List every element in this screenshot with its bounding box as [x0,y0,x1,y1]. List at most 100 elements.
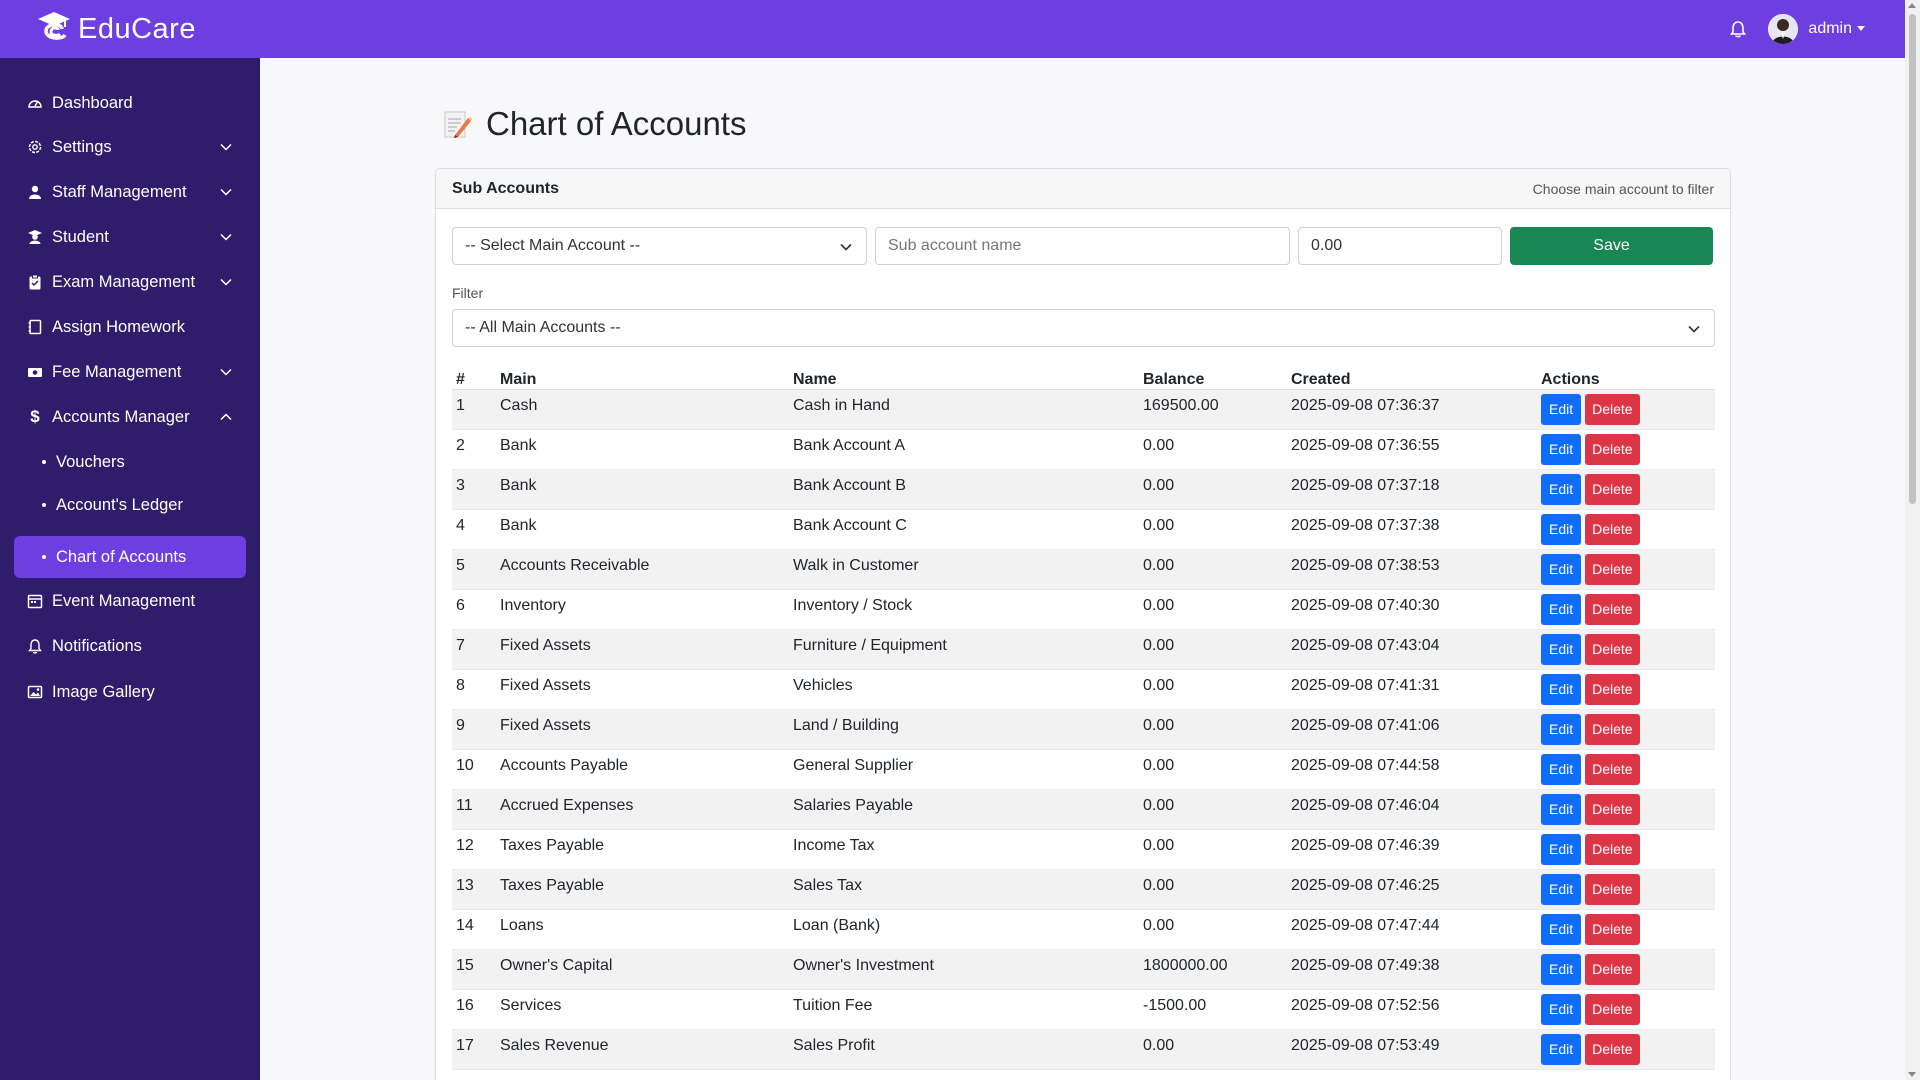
cell-name: Land / Building [789,709,1139,750]
cell-main: Owner's Capital [496,949,789,990]
brand-name: EduCare [78,12,196,45]
bell-icon[interactable] [1728,19,1748,39]
sidebar-subitem-accounts-ledger[interactable]: Account's Ledger [14,485,246,525]
table-row: 6 Inventory Inventory / Stock 0.00 2025-09-0… [452,589,1715,630]
delete-button[interactable]: Delete [1585,593,1640,625]
sidebar-subitem-vouchers[interactable]: Vouchers [14,442,246,482]
edit-button[interactable]: Edit [1541,793,1582,825]
cell-balance: 0.00 [1139,829,1287,870]
page-scrollbar[interactable] [1905,0,1920,1080]
delete-button[interactable]: Delete [1585,833,1640,865]
save-button[interactable]: Save [1510,227,1713,265]
main-account-select[interactable]: -- Select Main Account -- [452,227,867,265]
cell-balance: 0.00 [1139,589,1287,630]
card-title: Sub Accounts [452,179,559,197]
card-header: Sub Accounts Choose main account to filt… [436,169,1730,209]
sidebar-item-event-management[interactable]: Event Management [14,579,246,623]
cell-name: Bank Account A [789,429,1139,470]
gear-icon [26,138,44,156]
cell-actions: Edit Delete [1537,709,1715,750]
balance-input[interactable] [1298,227,1502,265]
delete-button[interactable]: Delete [1585,1033,1640,1065]
chevron-down-icon [220,188,232,196]
sub-account-name-input[interactable] [875,227,1290,265]
edit-button[interactable]: Edit [1541,953,1582,985]
edit-button[interactable]: Edit [1541,753,1582,785]
chevron-up-icon [220,413,232,421]
sidebar-item-staff-management[interactable]: Staff Management [14,170,246,214]
delete-button[interactable]: Delete [1585,513,1640,545]
edit-button[interactable]: Edit [1541,713,1582,745]
sidebar-subitem-label: Vouchers [56,452,125,471]
edit-button[interactable]: Edit [1541,593,1582,625]
edit-button[interactable]: Edit [1541,913,1582,945]
filter-label: Filter [452,285,484,301]
cell-name: Cash in Hand [789,389,1139,430]
sidebar-item-notifications[interactable]: Notifications [14,624,246,668]
cell-main: Taxes Payable [496,829,789,870]
edit-button[interactable]: Edit [1541,633,1582,665]
scroll-up-arrow-icon[interactable] [1908,3,1916,8]
cell-main: Fixed Assets [496,629,789,670]
edit-button[interactable]: Edit [1541,873,1582,905]
avatar[interactable] [1768,14,1799,44]
cell-main: Fixed Assets [496,709,789,750]
delete-button[interactable]: Delete [1585,953,1640,985]
delete-button[interactable]: Delete [1585,993,1640,1025]
cell-balance: 0.00 [1139,629,1287,670]
card-hint: Choose main account to filter [1532,180,1714,197]
delete-button[interactable]: Delete [1585,713,1640,745]
cell-main: Cash [496,389,789,430]
bullet-dot-icon [42,555,46,559]
delete-button[interactable]: Delete [1585,793,1640,825]
edit-button[interactable]: Edit [1541,433,1582,465]
cell-main: Loans [496,909,789,950]
cell-actions: Edit Delete [1537,749,1715,790]
scroll-down-arrow-icon[interactable] [1908,1072,1916,1077]
scrollbar-thumb[interactable] [1909,14,1916,504]
cell-actions: Edit Delete [1537,629,1715,670]
cell-created: 2025-09-08 07:46:39 [1287,829,1537,870]
sidebar-item-exam-management[interactable]: Exam Management [14,260,246,304]
user-menu[interactable]: admin [1808,20,1865,38]
sidebar-item-image-gallery[interactable]: Image Gallery [14,670,246,714]
cell-created: 2025-09-08 07:37:18 [1287,469,1537,510]
edit-button[interactable]: Edit [1541,993,1582,1025]
edit-button[interactable]: Edit [1541,673,1582,705]
sidebar-subitem-chart-of-accounts[interactable]: Chart of Accounts [14,536,246,578]
delete-button[interactable]: Delete [1585,473,1640,505]
edit-button[interactable]: Edit [1541,1033,1582,1065]
sidebar-item-dashboard[interactable]: Dashboard [14,81,246,125]
delete-button[interactable]: Delete [1585,553,1640,585]
sidebar-item-fee-management[interactable]: Fee Management [14,350,246,394]
edit-button[interactable]: Edit [1541,473,1582,505]
cell-balance: 0.00 [1139,749,1287,790]
cell-actions: Edit Delete [1537,909,1715,950]
cell-name: Salaries Payable [789,789,1139,830]
sidebar-item-settings[interactable]: Settings [14,125,246,169]
sidebar-item-assign-homework[interactable]: Assign Homework [14,305,246,349]
edit-button[interactable]: Edit [1541,513,1582,545]
delete-button[interactable]: Delete [1585,873,1640,905]
brand[interactable]: EduCare [34,9,196,49]
delete-button[interactable]: Delete [1585,913,1640,945]
sidebar-item-student[interactable]: Student [14,215,246,259]
chevron-down-icon [220,233,232,241]
memo-icon [444,111,472,138]
delete-button[interactable]: Delete [1585,673,1640,705]
cell-balance: 0.00 [1139,1029,1287,1070]
sidebar-item-accounts-manager[interactable]: $ Accounts Manager [14,395,246,439]
sidebar-item-label: Exam Management [52,272,196,291]
sidebar-item-label: Accounts Manager [52,407,190,426]
add-sub-account-form: -- Select Main Account -- Save [452,227,1713,265]
delete-button[interactable]: Delete [1585,393,1640,425]
edit-button[interactable]: Edit [1541,833,1582,865]
filter-main-account-select[interactable]: -- All Main Accounts -- [452,309,1715,347]
cell-number: 2 [452,429,496,470]
edit-button[interactable]: Edit [1541,553,1582,585]
delete-button[interactable]: Delete [1585,753,1640,785]
cell-name: Sales Profit [789,1029,1139,1070]
delete-button[interactable]: Delete [1585,433,1640,465]
edit-button[interactable]: Edit [1541,393,1582,425]
delete-button[interactable]: Delete [1585,633,1640,665]
